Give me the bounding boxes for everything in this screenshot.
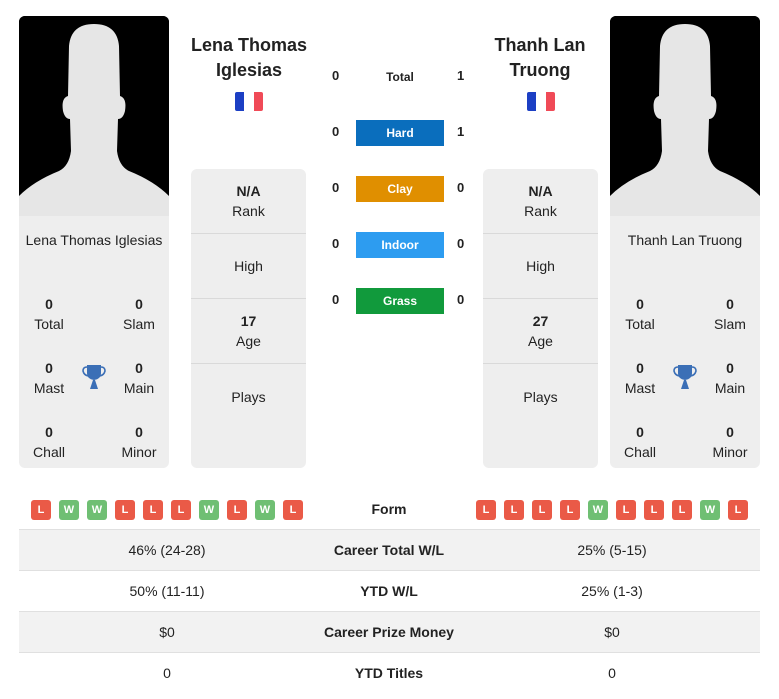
form-row: LWWLLLWLWL Form LLLLWLLLWL — [19, 490, 760, 530]
form-loss-badge[interactable]: L — [504, 500, 524, 520]
form-loss-badge[interactable]: L — [31, 500, 51, 520]
titles-slam: 0 Slam — [123, 296, 155, 332]
age-row: 17 Age — [191, 299, 306, 364]
form-win-badge[interactable]: W — [59, 500, 79, 520]
titles-main: 0 Main — [123, 360, 155, 396]
h2h-grass: 0 Grass 0 — [320, 288, 480, 314]
titles-mast: 0 Mast — [624, 360, 656, 396]
stat-row-prize-money: $0 Career Prize Money $0 — [19, 612, 760, 653]
form-loss-badge[interactable]: L — [644, 500, 664, 520]
h2h-hard: 0 Hard 1 — [320, 120, 480, 146]
rank-row: N/A Rank — [191, 169, 306, 234]
form-loss-badge[interactable]: L — [115, 500, 135, 520]
player2-form: LLLLWLLLWL — [476, 500, 748, 520]
titles-mast: 0 Mast — [33, 360, 65, 396]
titles-minor: 0 Minor — [121, 424, 157, 460]
form-loss-badge[interactable]: L — [143, 500, 163, 520]
plays-row: Plays — [231, 388, 266, 405]
player-silhouette-icon — [19, 16, 169, 216]
surface-clay-badge[interactable]: Clay — [356, 176, 444, 202]
form-loss-badge[interactable]: L — [283, 500, 303, 520]
player1-titles: 0 Total 0 Slam 0 Mast 0 Main 0 Chall 0 Minor — [19, 284, 169, 464]
h2h-indoor: 0 Indoor 0 — [320, 232, 480, 258]
france-flag-icon — [235, 92, 263, 111]
form-win-badge[interactable]: W — [700, 500, 720, 520]
france-flag-icon — [527, 92, 555, 111]
player-silhouette-icon — [610, 16, 760, 216]
form-loss-badge[interactable]: L — [728, 500, 748, 520]
player2-card: Thanh Lan Truong 0 Total 0 Slam 0 Mast 0 Mai… — [610, 16, 760, 468]
titles-chall: 0 Chall — [624, 424, 656, 460]
form-win-badge[interactable]: W — [255, 500, 275, 520]
h2h-total: 0 Total 1 — [320, 64, 480, 90]
player2-info-card: N/A Rank High 27 Age Plays — [483, 169, 598, 468]
player1-photo — [19, 16, 169, 216]
titles-slam: 0 Slam — [714, 296, 746, 332]
form-loss-badge[interactable]: L — [672, 500, 692, 520]
surface-hard-badge[interactable]: Hard — [356, 120, 444, 146]
form-loss-badge[interactable]: L — [616, 500, 636, 520]
player1-form: LWWLLLWLWL — [31, 500, 303, 520]
form-win-badge[interactable]: W — [588, 500, 608, 520]
form-win-badge[interactable]: W — [87, 500, 107, 520]
plays-row: Plays — [523, 388, 558, 405]
titles-minor: 0 Minor — [712, 424, 748, 460]
stat-row-ytd-titles: 0 YTD Titles 0 — [163, 665, 616, 681]
form-loss-badge[interactable]: L — [171, 500, 191, 520]
surface-indoor-badge[interactable]: Indoor — [356, 232, 444, 258]
player2-titles: 0 Total 0 Slam 0 Mast 0 Main 0 Chall 0 Minor — [610, 284, 760, 464]
h2h-clay: 0 Clay 0 — [320, 176, 480, 202]
form-loss-badge[interactable]: L — [476, 500, 496, 520]
rank-row: N/A Rank — [483, 169, 598, 234]
titles-total: 0 Total — [625, 296, 655, 332]
form-loss-badge[interactable]: L — [227, 500, 247, 520]
player1-card-name: Lena Thomas Iglesias — [25, 232, 163, 248]
stat-row-ytd-wl: 50% (11-11) YTD W/L 25% (1-3) — [19, 571, 760, 612]
surface-total-label: Total — [386, 70, 414, 84]
high-row: High — [483, 234, 598, 299]
age-row: 27 Age — [483, 299, 598, 364]
stat-row-career-total: 46% (24-28) Career Total W/L 25% (5-15) — [19, 530, 760, 571]
trophy-icon — [673, 365, 697, 389]
titles-chall: 0 Chall — [33, 424, 65, 460]
form-loss-badge[interactable]: L — [560, 500, 580, 520]
player1-info-card: N/A Rank High 17 Age Plays — [191, 169, 306, 468]
player1-card: Lena Thomas Iglesias 0 Total 0 Slam 0 Mast … — [19, 16, 169, 468]
high-row: High — [191, 234, 306, 299]
titles-total: 0 Total — [34, 296, 64, 332]
player2-name[interactable]: Thanh Lan Truong — [470, 33, 610, 83]
titles-main: 0 Main — [714, 360, 746, 396]
form-win-badge[interactable]: W — [199, 500, 219, 520]
form-label: Form — [371, 501, 407, 517]
player2-card-name: Thanh Lan Truong — [627, 232, 743, 248]
player2-photo — [610, 16, 760, 216]
trophy-icon — [82, 365, 106, 389]
surface-grass-badge[interactable]: Grass — [356, 288, 444, 314]
form-loss-badge[interactable]: L — [532, 500, 552, 520]
player1-name[interactable]: Lena Thomas Iglesias — [179, 33, 319, 83]
